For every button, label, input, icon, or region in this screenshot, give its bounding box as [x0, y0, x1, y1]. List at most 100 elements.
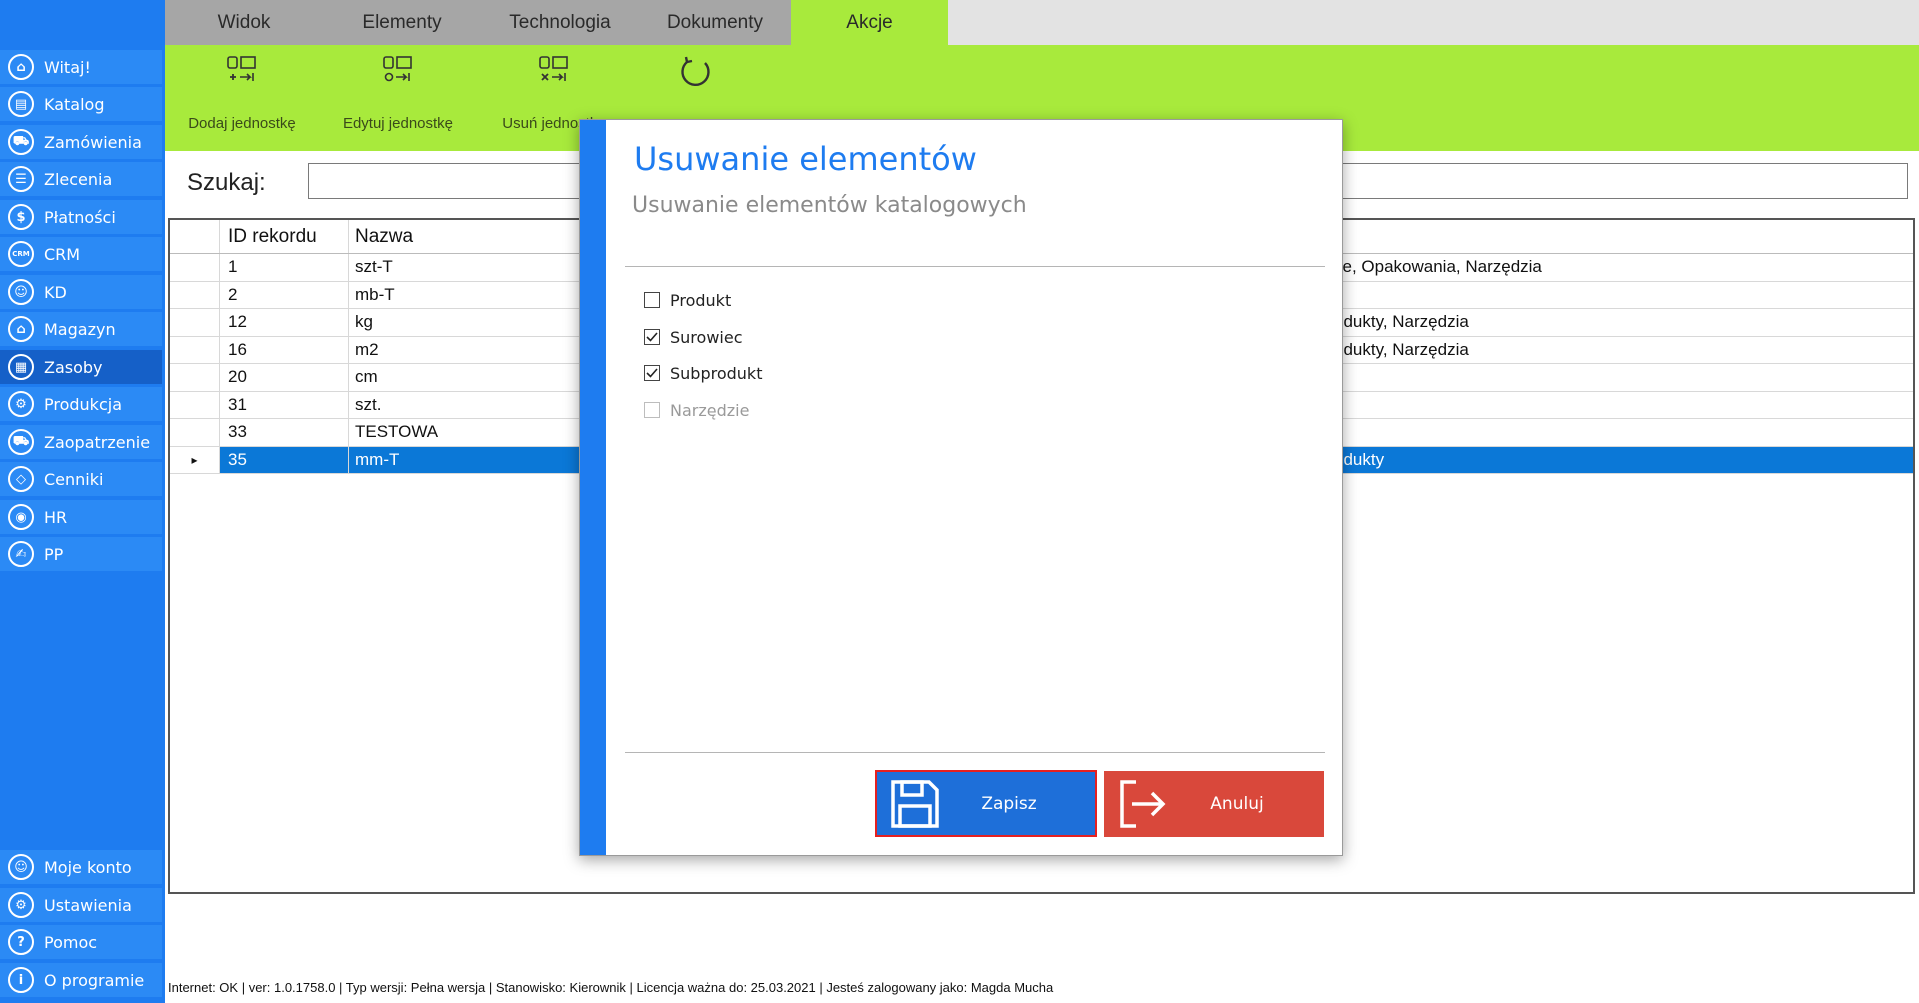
cell-element-types: odukty: [1334, 449, 1385, 469]
crm-icon: CRM: [8, 241, 34, 267]
status-bar: Internet: OK | ver: 1.0.1758.0 | Typ wer…: [168, 980, 1054, 995]
checkbox-unchecked-icon: [644, 292, 660, 308]
sidebar-item-label: Katalog: [44, 94, 105, 114]
cancel-button[interactable]: Anuluj: [1104, 771, 1324, 837]
sidebar-item-pp[interactable]: ✍ PP: [0, 537, 162, 571]
sidebar-item-ustawienia[interactable]: ⚙ Ustawienia: [0, 888, 162, 922]
row-selector[interactable]: [170, 364, 220, 391]
add-unit-icon: [227, 56, 256, 81]
pp-icon: ✍: [8, 541, 34, 567]
checkbox-surowiec[interactable]: Surowiec: [644, 324, 742, 350]
sidebar-item-label: PP: [44, 544, 64, 564]
tab-elementy[interactable]: Elementy: [323, 0, 481, 45]
add-unit-button[interactable]: Dodaj jednostkę: [177, 45, 307, 151]
sidebar-item-kd[interactable]: ☺ KD: [0, 275, 162, 309]
sidebar-item-label: CRM: [44, 244, 81, 264]
column-header-element-types[interactable]: [1334, 220, 1894, 253]
cell-id: 2: [224, 281, 349, 308]
cell-element-types: [1334, 419, 1894, 446]
sidebar-item-produkcja[interactable]: ⚙ Produkcja: [0, 387, 162, 421]
cell-element-types: ce, Opakowania, Narzędzia: [1334, 257, 1542, 277]
sidebar-item-o-programie[interactable]: i O programie: [0, 963, 162, 997]
sidebar-item-hr[interactable]: ◉ HR: [0, 500, 162, 534]
row-selector[interactable]: [170, 254, 220, 281]
dialog-accent-bar: [580, 120, 606, 855]
checkbox-label: Narzędzie: [670, 400, 750, 420]
row-selector[interactable]: [170, 309, 220, 336]
sidebar-item-label: Zaopatrzenie: [44, 432, 151, 452]
sidebar-item-zasoby[interactable]: ▦ Zasoby: [0, 350, 162, 384]
sidebar: ⌂ Witaj! ▤ Katalog ⛟ Zamówienia ☰ Zlecenia $…: [0, 0, 165, 1003]
sidebar-item-label: Zasoby: [44, 357, 103, 377]
home-icon: ⌂: [8, 54, 34, 80]
checkbox-checked-icon: [644, 329, 660, 345]
sidebar-item-platnosci[interactable]: $ Płatności: [0, 200, 162, 234]
dialog-subtitle: Usuwanie elementów katalogowych: [632, 193, 1027, 218]
cell-id: 20: [224, 364, 349, 391]
tab-technologia[interactable]: Technologia: [481, 0, 639, 45]
edit-unit-icon: [383, 56, 412, 82]
sidebar-item-magazyn[interactable]: ⌂ Magazyn: [0, 312, 162, 346]
sidebar-item-label: Płatności: [44, 207, 116, 227]
sidebar-item-katalog[interactable]: ▤ Katalog: [0, 87, 162, 121]
row-selector-current-icon[interactable]: ▸: [170, 446, 220, 473]
sidebar-item-zamowienia[interactable]: ⛟ Zamówienia: [0, 125, 162, 159]
account-icon: ☺: [8, 854, 34, 880]
exit-arrow-icon: [1120, 780, 1166, 828]
sidebar-item-label: Zamówienia: [44, 132, 142, 152]
sidebar-item-cenniki[interactable]: ◇ Cenniki: [0, 462, 162, 496]
row-selector[interactable]: [170, 391, 220, 418]
dialog-title: Usuwanie elementów: [634, 140, 977, 178]
sidebar-item-zaopatrzenie[interactable]: ⛟ Zaopatrzenie: [0, 425, 162, 459]
delete-elements-dialog: Usuwanie elementów Usuwanie elementów ka…: [579, 119, 1343, 856]
sidebar-item-label: Witaj!: [44, 57, 91, 77]
cell-element-types: [1334, 392, 1894, 419]
checkbox-label: Surowiec: [670, 327, 743, 347]
sidebar-item-crm[interactable]: CRM CRM: [0, 237, 162, 271]
sidebar-item-witaj[interactable]: ⌂ Witaj!: [0, 50, 162, 84]
row-selector[interactable]: [170, 281, 220, 308]
add-unit-label: Dodaj jednostkę: [188, 115, 296, 132]
checkbox-label: Produkt: [670, 290, 732, 310]
tab-widok[interactable]: Widok: [165, 0, 323, 45]
sidebar-item-label: Produkcja: [44, 394, 122, 414]
settings-icon: ⚙: [8, 892, 34, 918]
refresh-icon: [681, 56, 710, 87]
cell-element-types: [1334, 282, 1894, 309]
sidebar-item-label: HR: [44, 507, 68, 527]
tag-icon: ◇: [8, 466, 34, 492]
sidebar-item-zlecenia[interactable]: ☰ Zlecenia: [0, 162, 162, 196]
sidebar-item-moje-konto[interactable]: ☺ Moje konto: [0, 850, 162, 884]
sidebar-item-label: Magazyn: [44, 319, 116, 339]
cancel-button-label: Anuluj: [1210, 794, 1264, 814]
cell-id: 31: [224, 391, 349, 418]
floppy-disk-icon: [891, 779, 939, 828]
cell-id: 1: [224, 254, 349, 281]
user-icon: ☺: [8, 279, 34, 305]
checkbox-subprodukt[interactable]: Subprodukt: [644, 360, 762, 386]
sidebar-item-label: Moje konto: [44, 857, 132, 877]
sidebar-item-pomoc[interactable]: ? Pomoc: [0, 925, 162, 959]
top-tabs: Widok Elementy Technologia Dokumenty Akc…: [165, 0, 1919, 45]
cart-icon: ⛟: [8, 129, 34, 155]
tab-akcje[interactable]: Akcje: [791, 0, 948, 45]
row-selector-header: [170, 220, 220, 253]
checkbox-produkt[interactable]: Produkt: [644, 287, 731, 313]
production-icon: ⚙: [8, 391, 34, 417]
sidebar-item-label: KD: [44, 282, 67, 302]
delete-unit-icon: [539, 56, 568, 81]
save-button[interactable]: Zapisz: [875, 770, 1097, 837]
tab-dokumenty[interactable]: Dokumenty: [639, 0, 791, 45]
row-selector[interactable]: [170, 419, 220, 446]
cell-id: 12: [224, 309, 349, 336]
sidebar-item-label: Ustawienia: [44, 895, 132, 915]
warehouse-icon: ⌂: [8, 316, 34, 342]
column-header-id[interactable]: ID rekordu: [224, 220, 349, 253]
dialog-divider-bottom: [625, 752, 1325, 753]
truck-icon: ⛟: [8, 429, 34, 455]
search-label: Szukaj:: [187, 169, 266, 196]
row-selector[interactable]: [170, 336, 220, 363]
save-button-label: Zapisz: [981, 793, 1037, 814]
cell-id: 35: [224, 446, 349, 473]
edit-unit-button[interactable]: Edytuj jednostkę: [333, 45, 463, 151]
